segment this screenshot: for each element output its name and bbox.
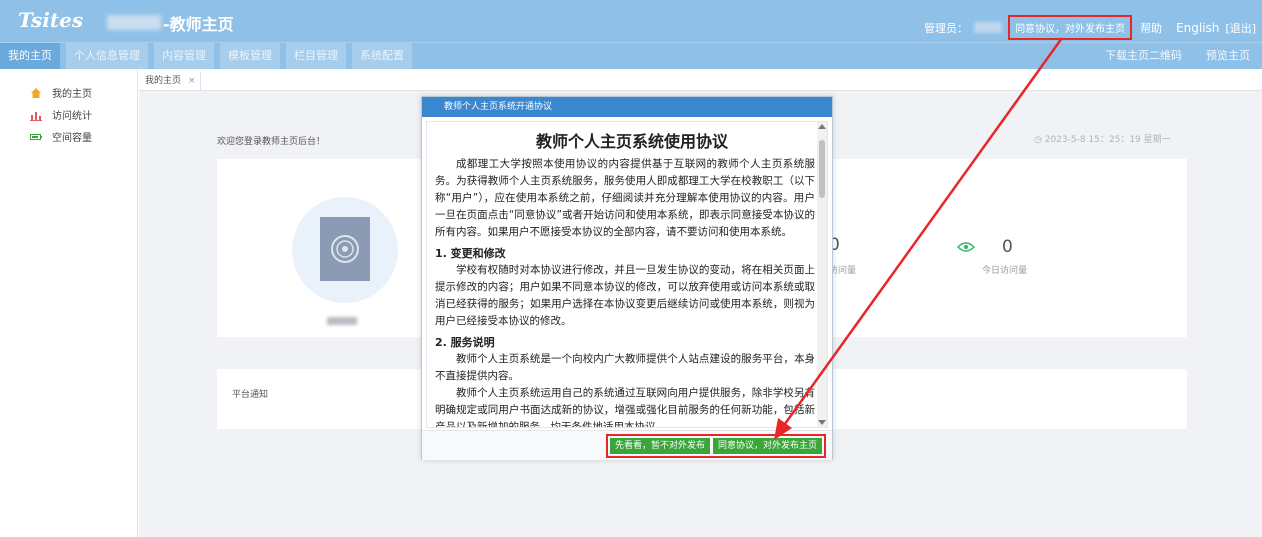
user-name-redacted bbox=[327, 317, 357, 325]
eye-icon bbox=[956, 241, 976, 256]
sidebar-item-space[interactable]: 空间容量 bbox=[30, 129, 92, 144]
platform-notice-title: 平台通知 bbox=[232, 390, 269, 400]
admin-name-redacted bbox=[974, 22, 1003, 33]
admin-label: 管理员： bbox=[924, 21, 969, 35]
scrollbar[interactable] bbox=[817, 122, 827, 427]
welcome-text: 欢迎您登录教师主页后台！ bbox=[217, 137, 326, 147]
nav-personal-info[interactable]: 个人信息管理 bbox=[66, 43, 148, 69]
section-heading: 1. 变更和修改 bbox=[435, 247, 506, 260]
sidebar-item-label: 空间容量 bbox=[52, 133, 92, 144]
logout-link[interactable]: [退出] bbox=[1225, 20, 1256, 36]
sidebar-item-label: 我的主页 bbox=[52, 89, 92, 100]
nav-column[interactable]: 栏目管理 bbox=[286, 43, 346, 69]
agreement-text: 教师个人主页系统使用协议 成都理工大学按照本使用协议的内容提供基于互联网的教师个… bbox=[435, 128, 815, 428]
scrollbar-thumb[interactable] bbox=[819, 140, 825, 198]
dialog-body[interactable]: 教师个人主页系统使用协议 成都理工大学按照本使用协议的内容提供基于互联网的教师个… bbox=[426, 121, 828, 428]
dialog-header: 教师个人主页系统开通协议 bbox=[422, 97, 832, 117]
header: Tsites -教师主页 管理员： 同意协议，对外发布主页 帮助 English… bbox=[0, 0, 1262, 42]
nav-content[interactable]: 内容管理 bbox=[154, 43, 214, 69]
bar-chart-icon bbox=[30, 109, 42, 121]
datetime-display: ◷ 2023-5-8 15：25：19 星期一 bbox=[1034, 135, 1171, 145]
battery-icon bbox=[30, 131, 42, 143]
sidebar-item-my-homepage[interactable]: 我的主页 bbox=[30, 85, 92, 100]
agreement-dialog: 教师个人主页系统开通协议 教师个人主页系统使用协议 成都理工大学按照本使用协议的… bbox=[421, 96, 833, 460]
agreement-title: 教师个人主页系统使用协议 bbox=[535, 132, 728, 151]
nav-system-config[interactable]: 系统配置 bbox=[352, 43, 412, 69]
nav-my-homepage[interactable]: 我的主页 bbox=[0, 43, 60, 69]
scroll-up-icon[interactable] bbox=[818, 124, 826, 129]
total-visits-label: 访问量 bbox=[829, 266, 857, 276]
close-icon[interactable]: × bbox=[188, 76, 196, 86]
tab-my-homepage[interactable]: 我的主页 × bbox=[141, 72, 201, 91]
today-visits-label: 今日访问量 bbox=[982, 266, 1028, 276]
scroll-down-icon[interactable] bbox=[818, 420, 826, 425]
site-title: -教师主页 bbox=[163, 15, 234, 34]
agreement-paragraph: 教师个人主页系统运用自己的系统通过互联网向用户提供服务，除非学校另有明确规定或同… bbox=[435, 387, 815, 428]
university-logo-icon bbox=[331, 235, 359, 263]
clock-icon: ◷ bbox=[1034, 135, 1045, 145]
topbar: 管理员： 同意协议，对外发布主页 帮助 English [退出] bbox=[918, 15, 1256, 40]
dialog-button-group: 先看看，暂不对外发布 同意协议，对外发布主页 bbox=[605, 434, 826, 458]
nav-template[interactable]: 模板管理 bbox=[220, 43, 280, 69]
agreement-paragraph: 成都理工大学按照本使用协议的内容提供基于互联网的教师个人主页系统服务。为获得教师… bbox=[435, 158, 815, 238]
english-link[interactable]: English bbox=[1176, 21, 1219, 35]
agreement-paragraph: 教师个人主页系统是一个向校内广大教师提供个人站点建设的服务平台，本身不直接提供内… bbox=[435, 353, 815, 382]
help-link[interactable]: 帮助 bbox=[1140, 20, 1162, 36]
section-heading: 2. 服务说明 bbox=[435, 336, 495, 349]
avatar[interactable] bbox=[320, 217, 370, 281]
sidebar-item-label: 访问统计 bbox=[52, 111, 92, 122]
agree-publish-top-link[interactable]: 同意协议，对外发布主页 bbox=[1008, 15, 1133, 40]
sidebar-item-visit-stats[interactable]: 访问统计 bbox=[30, 107, 92, 122]
agreement-paragraph: 学校有权随时对本协议进行修改，并且一旦发生协议的变动，将在相关页面上提示修改的内… bbox=[435, 264, 815, 327]
preview-homepage-link[interactable]: 预览主页 bbox=[1206, 43, 1250, 69]
home-icon bbox=[30, 87, 42, 99]
site-name-redacted bbox=[107, 15, 161, 30]
view-later-button[interactable]: 先看看，暂不对外发布 bbox=[609, 438, 710, 454]
agree-publish-button[interactable]: 同意协议，对外发布主页 bbox=[712, 438, 822, 454]
today-visits-value: 0 bbox=[1002, 237, 1013, 257]
dialog-footer: 先看看，暂不对外发布 同意协议，对外发布主页 bbox=[422, 430, 832, 460]
download-qrcode-link[interactable]: 下载主页二维码 bbox=[1105, 43, 1182, 69]
tab-bar: 我的主页 × bbox=[139, 69, 1262, 91]
sidebar: 我的主页 访问统计 空间容量 bbox=[0, 69, 138, 537]
logo[interactable]: Tsites bbox=[18, 8, 83, 32]
main-nav: 我的主页 个人信息管理 内容管理 模板管理 栏目管理 系统配置 下载主页二维码 … bbox=[0, 42, 1262, 69]
